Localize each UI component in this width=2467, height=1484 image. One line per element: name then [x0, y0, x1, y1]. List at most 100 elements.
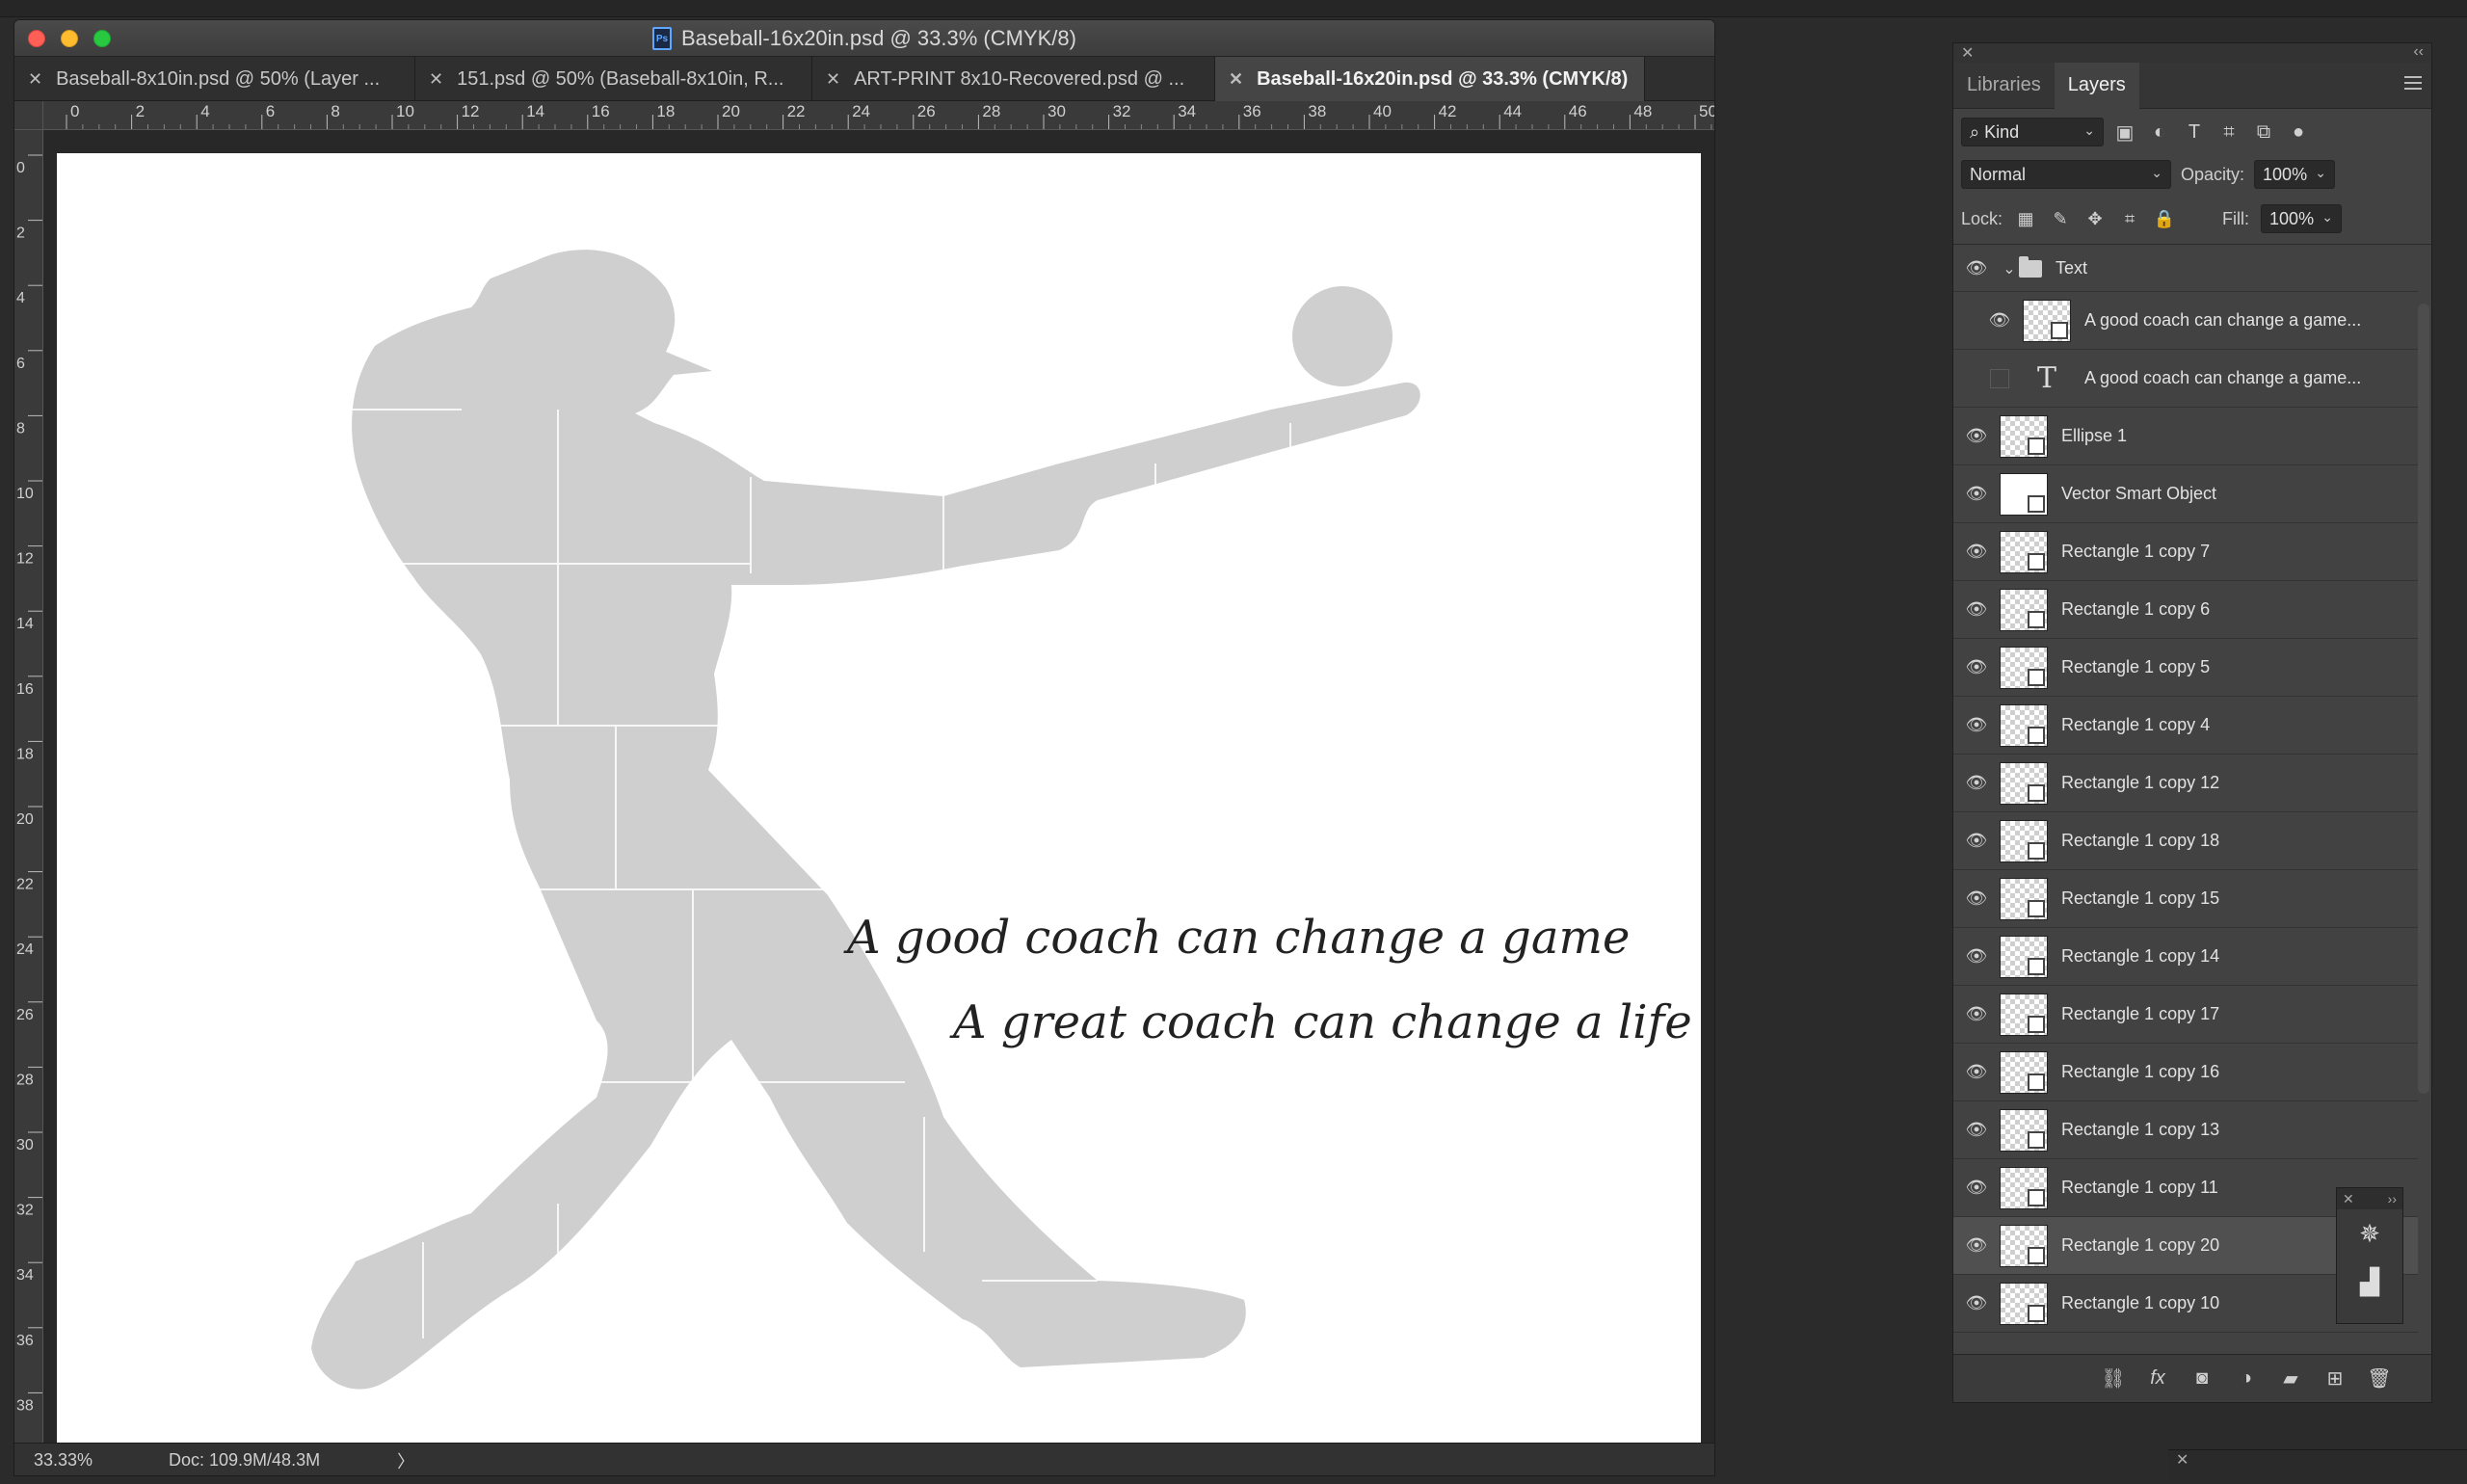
close-tab-icon[interactable]: ✕: [429, 69, 443, 90]
lock-position-icon[interactable]: ✥: [2083, 207, 2107, 230]
layer-row[interactable]: 👁 Rectangle 1 copy 6: [1953, 581, 2418, 639]
layer-row[interactable]: 👁 Ellipse 1: [1953, 408, 2418, 465]
status-menu-arrow-icon[interactable]: 〉: [397, 1448, 414, 1473]
layer-name: Rectangle 1 copy 13: [2061, 1120, 2220, 1139]
baseball-ball: [1292, 286, 1393, 386]
pixel-filter-icon[interactable]: ▣: [2111, 119, 2138, 146]
ruler-label: 6: [16, 356, 25, 372]
opacity-field[interactable]: 100% ⌄: [2254, 160, 2336, 189]
eye-icon[interactable]: 👁: [1953, 946, 2000, 967]
close-icon[interactable]: ✕: [2176, 1452, 2188, 1469]
link-layers-icon[interactable]: ⛓: [2100, 1365, 2127, 1392]
close-icon[interactable]: ✕: [2343, 1191, 2354, 1207]
type-filter-icon[interactable]: T: [2181, 119, 2208, 146]
layers-scrollbar[interactable]: [2418, 304, 2429, 1094]
eye-icon[interactable]: 👁: [1953, 258, 2000, 278]
close-tab-icon[interactable]: ✕: [1229, 69, 1243, 90]
tab-layers[interactable]: Layers: [2054, 62, 2139, 109]
lock-all-icon[interactable]: 🔒: [2153, 207, 2176, 230]
layer-row[interactable]: 👁 Rectangle 1 copy 15: [1953, 870, 2418, 928]
new-group-icon[interactable]: ▰: [2277, 1365, 2304, 1392]
layer-row[interactable]: 👁 Rectangle 1 copy 18: [1953, 812, 2418, 870]
eye-icon[interactable]: 👁: [1953, 715, 2000, 735]
layer-row[interactable]: 👁 Rectangle 1 copy 16: [1953, 1044, 2418, 1101]
layer-row[interactable]: 👁 Rectangle 1 copy 7: [1953, 523, 2418, 581]
layer-row[interactable]: 👁 ⌄ Text: [1953, 246, 2418, 292]
fill-field[interactable]: 100% ⌄: [2261, 204, 2343, 233]
eye-icon[interactable]: 👁: [1953, 1062, 2000, 1082]
ruler-origin[interactable]: [14, 101, 43, 130]
eye-icon[interactable]: 👁: [1953, 888, 2000, 909]
layer-row[interactable]: 👁 Rectangle 1 copy 14: [1953, 928, 2418, 986]
visibility-off-icon[interactable]: [1990, 368, 2009, 388]
ruler-label: 32: [1113, 102, 1131, 120]
expand-icon[interactable]: ››: [2388, 1191, 2397, 1206]
eye-icon[interactable]: 👁: [1976, 310, 2023, 331]
layer-row[interactable]: T A good coach can change a game...: [1953, 350, 2418, 408]
eye-icon[interactable]: 👁: [1953, 773, 2000, 793]
layer-row[interactable]: 👁 Rectangle 1 copy 4: [1953, 697, 2418, 755]
horizontal-ruler[interactable]: 0 2 4 6 8 10 12 14 16 18 20 22 24 26 28 30 32 34 36 38 40 42 4…: [43, 101, 1714, 130]
eye-icon[interactable]: 👁: [1953, 542, 2000, 562]
close-panel-icon[interactable]: ✕: [1961, 43, 1974, 63]
tab-libraries[interactable]: Libraries: [1953, 63, 2055, 109]
filter-toggle-icon[interactable]: ●: [2285, 119, 2312, 146]
add-mask-icon[interactable]: ◙: [2188, 1365, 2215, 1392]
lock-image-icon[interactable]: ✎: [2049, 207, 2072, 230]
vertical-ruler[interactable]: 024681012141618202224262830323436384: [14, 130, 43, 1475]
bottom-panel-strip: ✕: [2168, 1449, 2467, 1480]
layer-row[interactable]: 👁 Vector Smart Object: [1953, 465, 2418, 523]
eye-icon[interactable]: 👁: [1953, 1235, 2000, 1256]
ruler-label: 0: [16, 160, 25, 176]
eye-icon[interactable]: 👁: [1953, 1004, 2000, 1024]
layer-row[interactable]: 👁 Rectangle 1 copy 17: [1953, 986, 2418, 1044]
eye-icon[interactable]: 👁: [1953, 426, 2000, 446]
ruler-label: 8: [331, 102, 339, 120]
tab-baseball-16x20[interactable]: ✕ Baseball-16x20in.psd @ 33.3% (CMYK/8): [1215, 57, 1645, 101]
panel-menu-icon[interactable]: [2404, 76, 2422, 90]
zoom-level[interactable]: 33.33%: [14, 1450, 120, 1471]
doc-size[interactable]: Doc: 109.9M/48.3M: [169, 1450, 320, 1471]
delete-layer-icon[interactable]: 🗑: [2366, 1365, 2393, 1392]
lock-transparent-icon[interactable]: ▦: [2014, 207, 2037, 230]
fx-icon[interactable]: fx: [2144, 1365, 2171, 1392]
close-tab-icon[interactable]: ✕: [28, 69, 42, 90]
ruler-label: 14: [16, 616, 34, 632]
adjustment-filter-icon[interactable]: ◐: [2146, 119, 2173, 146]
eye-icon[interactable]: 👁: [1953, 831, 2000, 851]
layer-thumbnail: [2000, 935, 2048, 978]
eye-icon[interactable]: 👁: [1953, 657, 2000, 677]
eye-icon[interactable]: 👁: [1953, 484, 2000, 504]
artboard[interactable]: A good coach can change a game A great c…: [57, 153, 1701, 1468]
navigator-icon[interactable]: ✵: [2337, 1209, 2402, 1258]
tab-art-print[interactable]: ✕ ART-PRINT 8x10-Recovered.psd @ ...: [812, 57, 1215, 101]
folder-icon: [2019, 255, 2042, 278]
eye-icon[interactable]: 👁: [1953, 1120, 2000, 1140]
title-bar[interactable]: Ps Baseball-16x20in.psd @ 33.3% (CMYK/8): [14, 20, 1714, 57]
new-layer-icon[interactable]: ⊞: [2321, 1365, 2348, 1392]
layer-row[interactable]: 👁 Rectangle 1 copy 13: [1953, 1101, 2418, 1159]
canvas-area[interactable]: A good coach can change a game A great c…: [43, 130, 1714, 1468]
layer-thumbnail: [2023, 299, 2071, 342]
smart-object-filter-icon[interactable]: ⧉: [2250, 119, 2277, 146]
collapse-panel-icon[interactable]: ‹‹: [2413, 43, 2424, 61]
fill-value: 100%: [2269, 208, 2315, 228]
shape-filter-icon[interactable]: ⌗: [2215, 119, 2242, 146]
lock-artboard-icon[interactable]: ⌗: [2118, 207, 2141, 230]
tab-baseball-8x10[interactable]: ✕ Baseball-8x10in.psd @ 50% (Layer ...: [14, 57, 415, 101]
filter-kind-dropdown[interactable]: ⌕ Kind ⌄: [1961, 118, 2104, 146]
ruler-label: 44: [1503, 102, 1522, 120]
layer-row[interactable]: 👁 Rectangle 1 copy 5: [1953, 639, 2418, 697]
layer-row[interactable]: 👁 Rectangle 1 copy 12: [1953, 755, 2418, 812]
tab-151[interactable]: ✕ 151.psd @ 50% (Baseball-8x10in, R...: [415, 57, 812, 101]
close-tab-icon[interactable]: ✕: [826, 69, 840, 90]
eye-icon[interactable]: 👁: [1953, 1293, 2000, 1313]
chevron-down-icon[interactable]: ⌄: [2000, 259, 2019, 278]
blend-mode-dropdown[interactable]: Normal ⌄: [1961, 160, 2171, 189]
eye-icon[interactable]: 👁: [1953, 599, 2000, 620]
fill-label: Fill:: [2222, 208, 2250, 228]
histogram-icon[interactable]: ▟: [2337, 1258, 2402, 1306]
layer-row[interactable]: 👁 A good coach can change a game...: [1953, 292, 2418, 350]
adjustment-layer-icon[interactable]: ◑: [2233, 1365, 2260, 1392]
eye-icon[interactable]: 👁: [1953, 1178, 2000, 1198]
